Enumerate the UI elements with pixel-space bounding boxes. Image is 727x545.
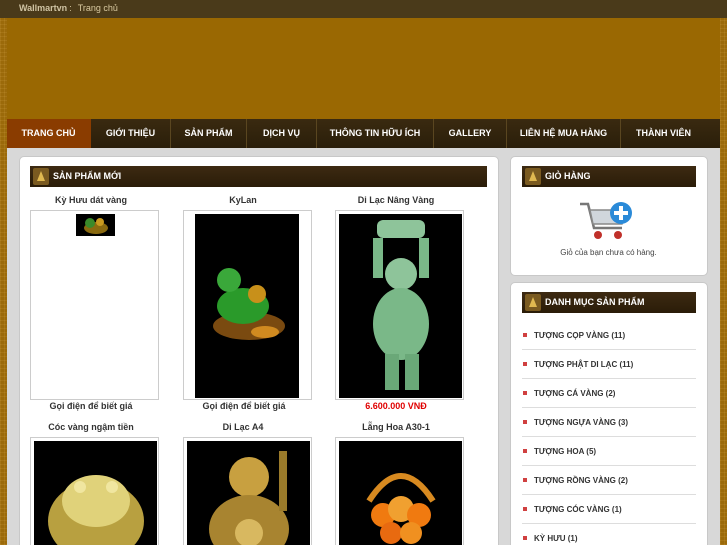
nav-item-contact[interactable]: LIÊN HỆ MUA HÀNG bbox=[507, 119, 621, 148]
product-thumbnail bbox=[187, 441, 310, 545]
kylin-figure-icon bbox=[84, 218, 108, 234]
statue-icon bbox=[525, 168, 541, 185]
product-image[interactable] bbox=[30, 437, 159, 545]
product-thumbnail bbox=[34, 441, 157, 545]
nav-item-about[interactable]: GIỚI THIỆU bbox=[91, 119, 171, 148]
new-products-header: SẢN PHẨM MỚI bbox=[30, 166, 487, 187]
categories-header: DANH MỤC SẢN PHẨM bbox=[522, 292, 696, 313]
cart-title: GIỎ HÀNG bbox=[545, 171, 591, 181]
category-item[interactable]: TƯỢNG RỒNG VÀNG (2) bbox=[522, 466, 696, 495]
flower-basket-figure-icon bbox=[366, 473, 436, 544]
categories-title: DANH MỤC SẢN PHẨM bbox=[545, 297, 645, 307]
laughing-buddha-figure-icon bbox=[373, 220, 429, 390]
product-name[interactable]: Lẵng Hoa A30-1 bbox=[331, 422, 461, 432]
nav-item-useful-info[interactable]: THÔNG TIN HỮU ÍCH bbox=[317, 119, 434, 148]
new-products-title: SẢN PHẨM MỚI bbox=[53, 171, 122, 181]
product-thumbnail bbox=[339, 441, 462, 545]
main-nav: TRANG CHỦ GIỚI THIỆU SẢN PHẨM DỊCH VỤ TH… bbox=[7, 119, 720, 148]
product-price: Gọi điện để biết giá bbox=[202, 401, 286, 411]
gold-buddha-figure-icon bbox=[209, 451, 289, 545]
product-thumbnail bbox=[339, 214, 462, 398]
site-name[interactable]: Wallmartvn bbox=[19, 3, 67, 13]
nav-item-home[interactable]: TRANG CHỦ bbox=[7, 119, 91, 148]
product-thumbnail bbox=[195, 214, 299, 398]
statue-icon bbox=[33, 168, 49, 185]
jade-kylin-figure-icon bbox=[213, 268, 285, 340]
category-item[interactable]: TƯỢNG CÁ VÀNG (2) bbox=[522, 379, 696, 408]
category-item[interactable]: TƯỢNG NGỰA VÀNG (3) bbox=[522, 408, 696, 437]
statue-icon bbox=[525, 294, 541, 311]
category-item[interactable]: KỲ HƯU (1) bbox=[522, 524, 696, 545]
top-bar: Wallmartvn: Trang chủ bbox=[0, 0, 727, 18]
breadcrumb-separator: : bbox=[69, 3, 72, 13]
category-item[interactable]: TƯỢNG PHẬT DI LẠC (11) bbox=[522, 350, 696, 379]
cart-header: GIỎ HÀNG bbox=[522, 166, 696, 187]
cart-icon[interactable] bbox=[578, 200, 634, 242]
product-name[interactable]: KyLan bbox=[178, 195, 308, 205]
product-image[interactable] bbox=[335, 437, 464, 545]
cart-empty-message: Giỏ của bạn chưa có hàng. bbox=[560, 248, 657, 257]
category-item[interactable]: TƯỢNG HOA (5) bbox=[522, 437, 696, 466]
product-thumbnail bbox=[76, 214, 115, 236]
product-name[interactable]: Cóc vàng ngậm tiền bbox=[26, 422, 156, 432]
product-image[interactable] bbox=[183, 437, 312, 545]
nav-item-gallery[interactable]: GALLERY bbox=[434, 119, 507, 148]
category-item[interactable]: TƯỢNG CỌP VÀNG (11) bbox=[522, 321, 696, 350]
product-price: 6.600.000 VNĐ bbox=[365, 401, 427, 411]
nav-item-services[interactable]: DỊCH VỤ bbox=[247, 119, 317, 148]
nav-item-members[interactable]: THÀNH VIÊN bbox=[621, 119, 706, 148]
product-name[interactable]: Di Lạc A4 bbox=[178, 422, 308, 432]
header-banner bbox=[7, 18, 720, 119]
product-price: Gọi điện để biết giá bbox=[49, 401, 133, 411]
home-link[interactable]: Trang chủ bbox=[78, 3, 118, 13]
nav-item-products[interactable]: SẢN PHẨM bbox=[171, 119, 247, 148]
category-item[interactable]: TƯỢNG CÓC VÀNG (1) bbox=[522, 495, 696, 524]
product-image[interactable] bbox=[30, 210, 159, 400]
golden-toad-figure-icon bbox=[48, 475, 144, 545]
product-image[interactable] bbox=[183, 210, 312, 400]
product-image[interactable] bbox=[335, 210, 464, 400]
product-name[interactable]: Kỳ Hưu dát vàng bbox=[26, 195, 156, 205]
product-name[interactable]: Di Lạc Nâng Vàng bbox=[331, 195, 461, 205]
